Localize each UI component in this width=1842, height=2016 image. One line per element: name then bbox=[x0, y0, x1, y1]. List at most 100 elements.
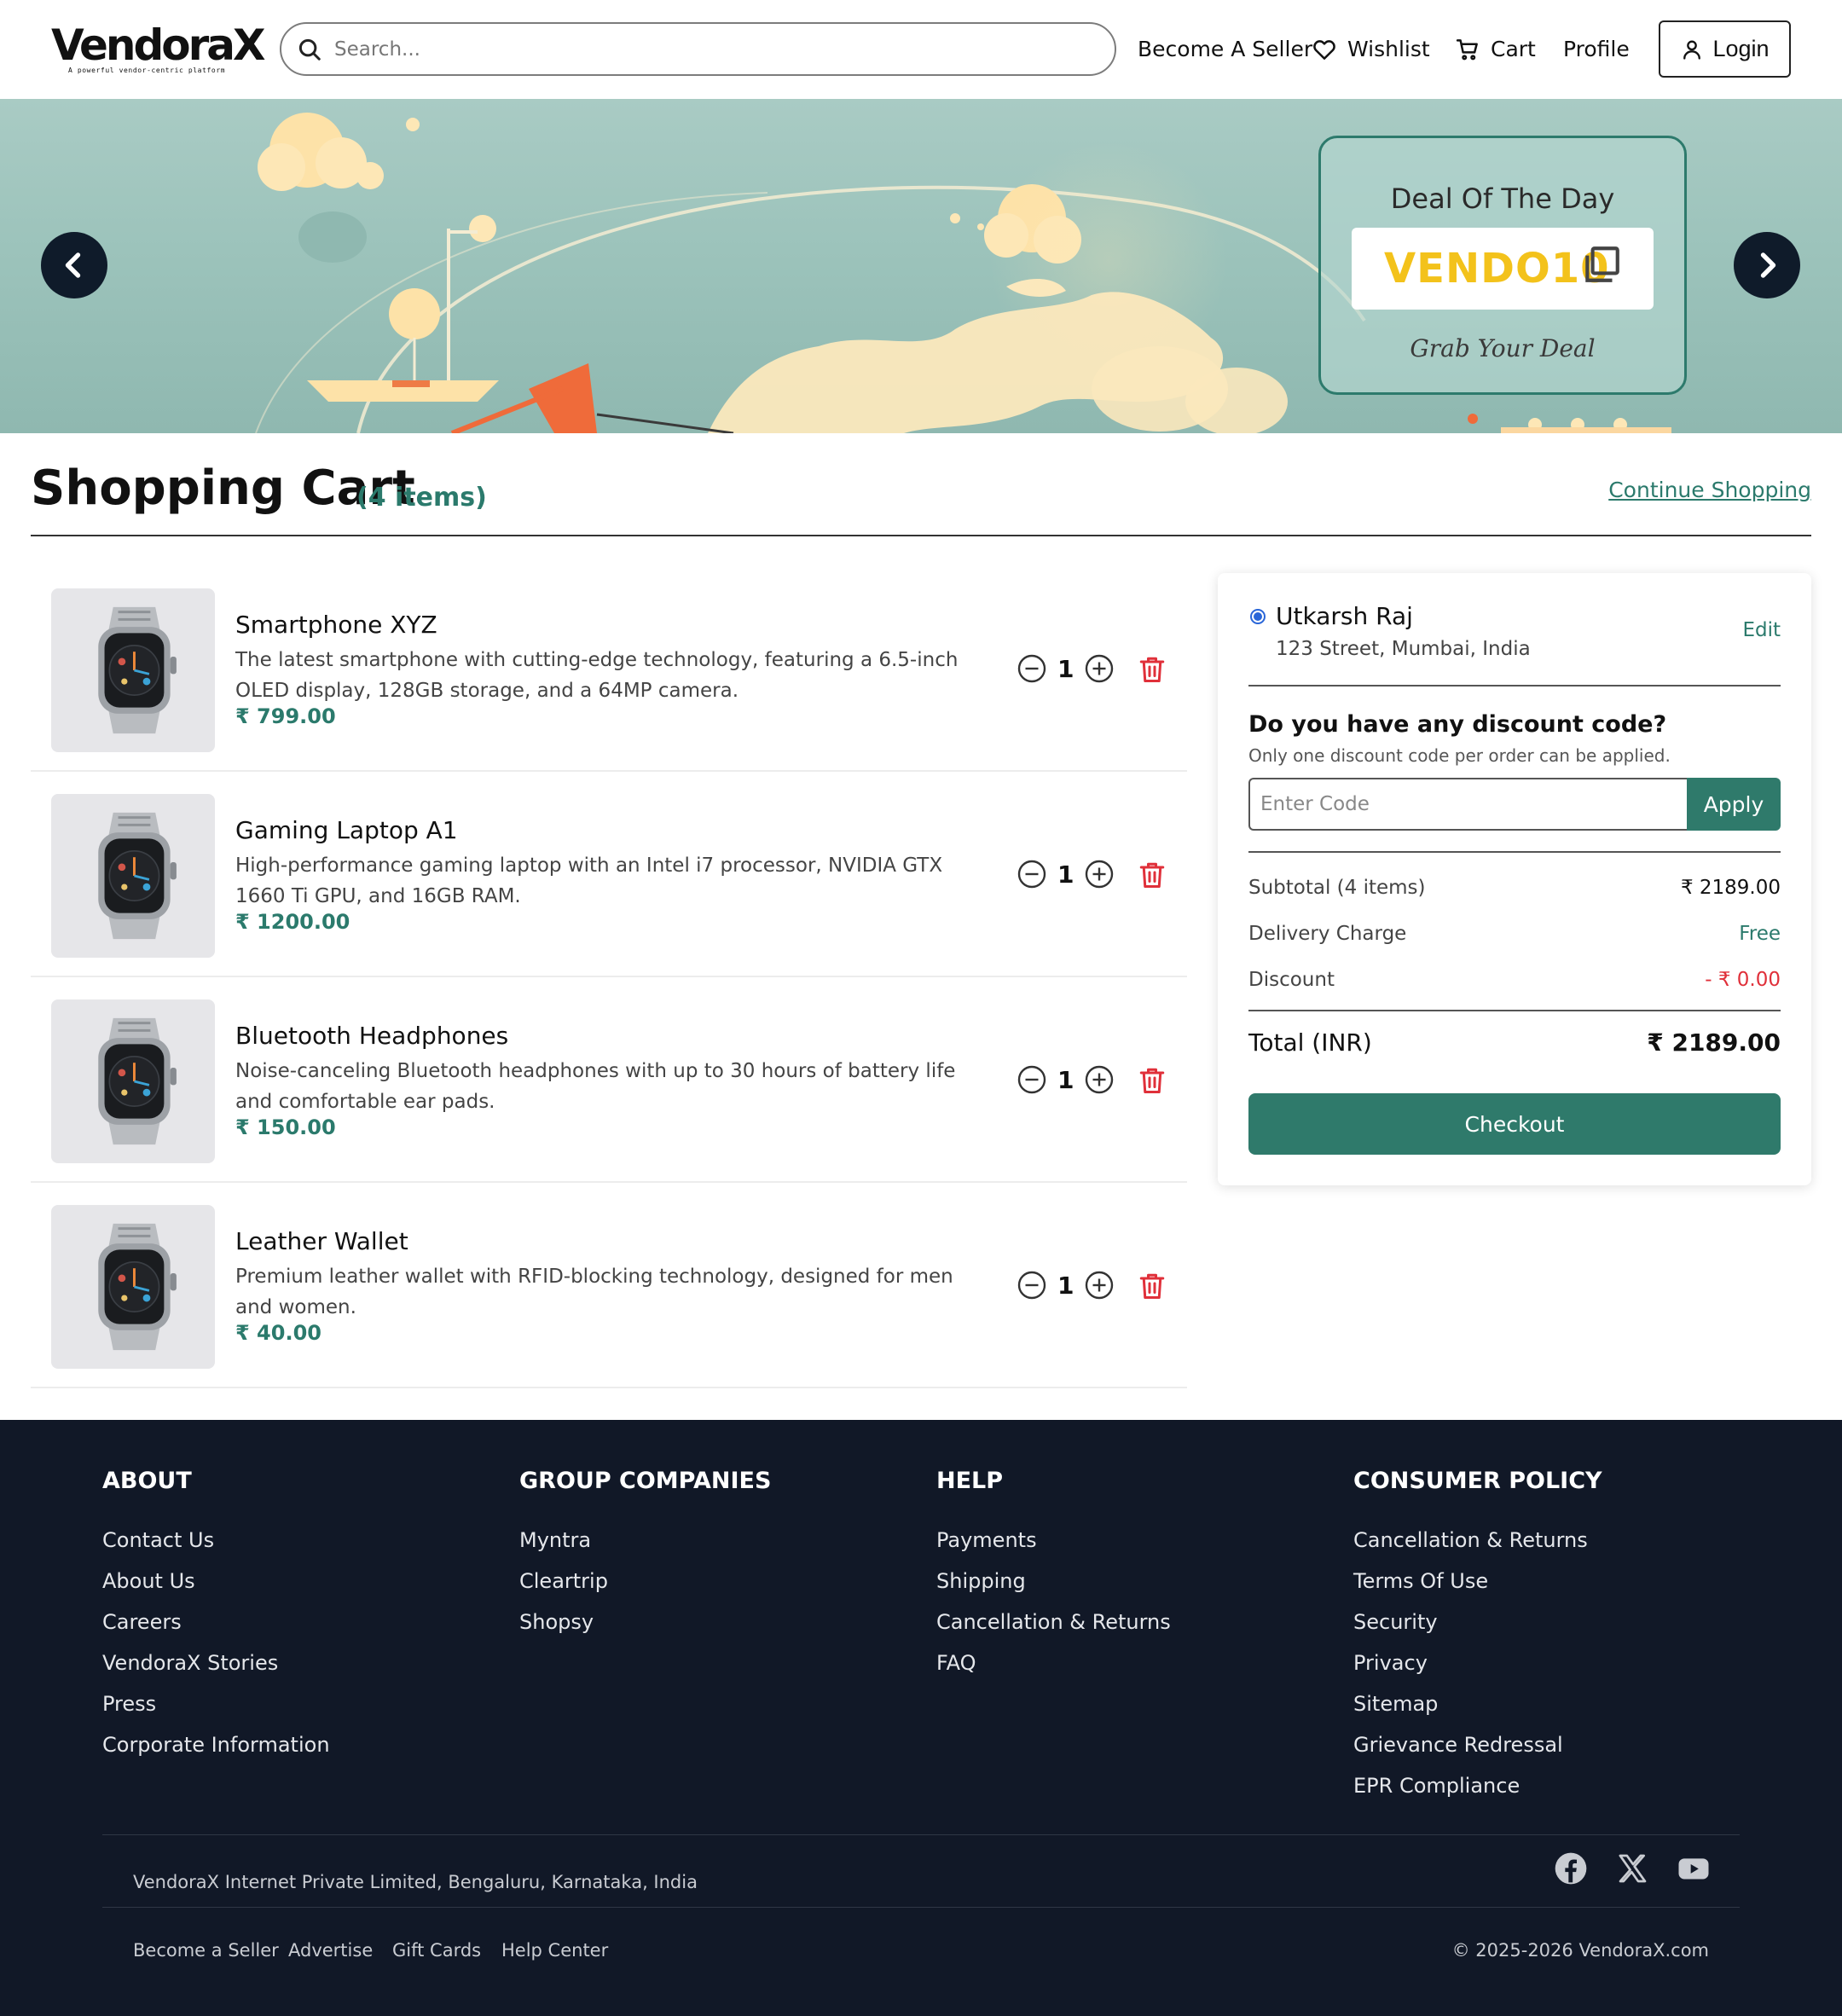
product-image[interactable] bbox=[51, 999, 215, 1163]
smartwatch-image bbox=[98, 1017, 177, 1145]
footer-link[interactable]: About Us bbox=[102, 1561, 330, 1602]
login-button[interactable]: Login bbox=[1659, 20, 1791, 78]
quantity-value: 1 bbox=[1057, 1271, 1074, 1300]
footer-column-heading: HELP bbox=[936, 1468, 1004, 1494]
footer-bottom-link[interactable]: Gift Cards bbox=[392, 1940, 481, 1961]
quantity-stepper: 1 bbox=[1017, 1064, 1115, 1095]
youtube-icon[interactable] bbox=[1677, 1851, 1711, 1886]
cart-icon bbox=[1456, 39, 1478, 61]
product-image[interactable] bbox=[51, 794, 215, 958]
nav-wishlist[interactable]: Wishlist bbox=[1312, 32, 1430, 67]
nav-become-seller[interactable]: Become A Seller bbox=[1138, 32, 1312, 67]
product-name[interactable]: Leather Wallet bbox=[235, 1227, 408, 1255]
footer-link[interactable]: Sitemap bbox=[1353, 1683, 1602, 1724]
footer-column: ABOUT Contact Us About Us Careers VendoraX S… bbox=[102, 1467, 330, 1765]
address-name: Utkarsh Raj bbox=[1276, 602, 1413, 630]
footer-bottom-link[interactable]: Help Center bbox=[501, 1940, 608, 1961]
checkout-button[interactable]: Checkout bbox=[1248, 1093, 1781, 1155]
footer-link[interactable]: Shopsy bbox=[519, 1602, 771, 1642]
footer-link[interactable]: Corporate Information bbox=[102, 1724, 330, 1765]
deal-code: VENDO10 bbox=[1384, 245, 1610, 293]
search-input[interactable] bbox=[334, 38, 1102, 61]
total-row: Total (INR) ₹ 2189.00 bbox=[1248, 1028, 1781, 1057]
minus-circle-icon[interactable] bbox=[1017, 859, 1047, 889]
footer-divider bbox=[102, 1834, 1740, 1835]
quantity-stepper: 1 bbox=[1017, 653, 1115, 684]
discount-label: Discount bbox=[1248, 969, 1335, 991]
facebook-icon[interactable] bbox=[1554, 1851, 1588, 1886]
deal-title: Deal Of The Day bbox=[1390, 182, 1615, 215]
footer-link[interactable]: Security bbox=[1353, 1602, 1602, 1642]
discount-code-input[interactable] bbox=[1248, 778, 1688, 831]
copyright: © 2025-2026 VendoraX.com bbox=[1451, 1940, 1709, 1961]
divider bbox=[31, 535, 1811, 536]
divider bbox=[1248, 685, 1781, 686]
apply-button[interactable]: Apply bbox=[1687, 778, 1781, 831]
footer-link[interactable]: FAQ bbox=[936, 1642, 1171, 1683]
cart-item-list: Smartphone XYZ The latest smartphone wit… bbox=[31, 566, 1187, 1388]
footer-column-heading: GROUP COMPANIES bbox=[519, 1468, 772, 1494]
nav-cart[interactable]: Cart bbox=[1455, 32, 1536, 67]
edit-address-link[interactable]: Edit bbox=[1742, 619, 1781, 641]
order-summary-card: Utkarsh Raj 123 Street, Mumbai, India Ed… bbox=[1218, 573, 1811, 1185]
delivery-row: Delivery Charge Free bbox=[1248, 923, 1781, 945]
footer-link[interactable]: Careers bbox=[102, 1602, 330, 1642]
x-icon[interactable] bbox=[1615, 1851, 1649, 1886]
site-footer: ABOUT Contact Us About Us Careers VendoraX S… bbox=[0, 1420, 1842, 2016]
product-image[interactable] bbox=[51, 588, 215, 752]
trash-icon[interactable] bbox=[1137, 1064, 1167, 1097]
total-value: ₹ 2189.00 bbox=[1647, 1028, 1781, 1057]
footer-link[interactable]: Cancellation & Returns bbox=[936, 1602, 1171, 1642]
footer-link[interactable]: Myntra bbox=[519, 1520, 771, 1561]
minus-circle-icon[interactable] bbox=[1017, 1270, 1047, 1301]
minus-circle-icon[interactable] bbox=[1017, 653, 1047, 684]
footer-link[interactable]: Privacy bbox=[1353, 1642, 1602, 1683]
quantity-value: 1 bbox=[1057, 654, 1074, 683]
product-image[interactable] bbox=[51, 1205, 215, 1369]
footer-bottom-link[interactable]: Become a Seller bbox=[133, 1940, 279, 1961]
plus-circle-icon[interactable] bbox=[1084, 1064, 1115, 1095]
plus-circle-icon[interactable] bbox=[1084, 1270, 1115, 1301]
address-radio[interactable] bbox=[1250, 609, 1266, 624]
divider bbox=[1248, 1010, 1781, 1011]
logo[interactable]: VendoraX A powerful vendor-centric platf… bbox=[51, 22, 266, 77]
banner-prev-button[interactable] bbox=[41, 232, 107, 298]
heart-icon bbox=[1313, 40, 1335, 60]
deal-subtitle: Grab Your Deal bbox=[1410, 334, 1596, 362]
search-bar[interactable] bbox=[280, 22, 1116, 76]
footer-bottom-link[interactable]: Advertise bbox=[288, 1940, 373, 1961]
footer-divider bbox=[102, 1907, 1740, 1908]
site-header: VendoraX A powerful vendor-centric platf… bbox=[0, 0, 1842, 99]
nav-profile-label: Profile bbox=[1563, 37, 1630, 61]
quantity-value: 1 bbox=[1057, 860, 1074, 889]
footer-link[interactable]: Press bbox=[102, 1683, 330, 1724]
copy-icon[interactable] bbox=[1580, 243, 1623, 286]
deal-of-the-day-card: Deal Of The Day VENDO10 Grab Your Deal bbox=[1318, 136, 1687, 395]
cart-item-count: (4 items) bbox=[356, 483, 487, 513]
footer-link[interactable]: Cleartrip bbox=[519, 1561, 771, 1602]
footer-link[interactable]: Terms Of Use bbox=[1353, 1561, 1602, 1602]
banner-next-button[interactable] bbox=[1734, 232, 1800, 298]
footer-link[interactable]: EPR Compliance bbox=[1353, 1765, 1602, 1806]
footer-link[interactable]: Contact Us bbox=[102, 1520, 330, 1561]
quantity-stepper: 1 bbox=[1017, 859, 1115, 889]
plus-circle-icon[interactable] bbox=[1084, 859, 1115, 889]
product-name[interactable]: Bluetooth Headphones bbox=[235, 1022, 508, 1050]
footer-link[interactable]: Cancellation & Returns bbox=[1353, 1520, 1602, 1561]
continue-shopping-link[interactable]: Continue Shopping bbox=[1608, 478, 1811, 502]
footer-link[interactable]: Grievance Redressal bbox=[1353, 1724, 1602, 1765]
footer-link[interactable]: Payments bbox=[936, 1520, 1171, 1561]
nav-profile[interactable]: Profile bbox=[1563, 32, 1630, 67]
trash-icon[interactable] bbox=[1137, 653, 1167, 686]
hero-banner: Deal Of The Day VENDO10 Grab Your Deal bbox=[0, 99, 1842, 433]
product-name[interactable]: Smartphone XYZ bbox=[235, 611, 437, 639]
minus-circle-icon[interactable] bbox=[1017, 1064, 1047, 1095]
product-description: The latest smartphone with cutting-edge … bbox=[235, 649, 959, 702]
trash-icon[interactable] bbox=[1137, 1270, 1167, 1302]
footer-link[interactable]: Shipping bbox=[936, 1561, 1171, 1602]
footer-link[interactable]: VendoraX Stories bbox=[102, 1642, 330, 1683]
nav-become-seller-label: Become A Seller bbox=[1138, 37, 1313, 61]
trash-icon[interactable] bbox=[1137, 859, 1167, 891]
plus-circle-icon[interactable] bbox=[1084, 653, 1115, 684]
product-name[interactable]: Gaming Laptop A1 bbox=[235, 816, 458, 844]
